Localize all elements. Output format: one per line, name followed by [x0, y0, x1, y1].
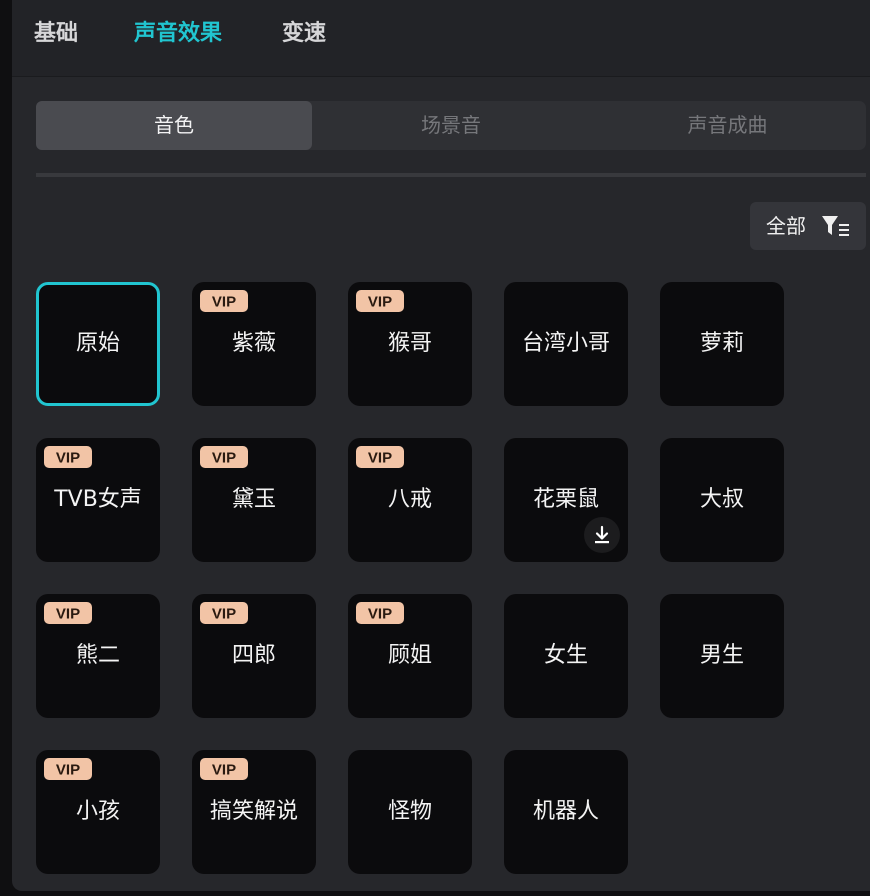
voice-name: TVB女声: [54, 487, 142, 512]
voice-card[interactable]: 机器人: [504, 750, 628, 874]
voice-name: 四郎: [231, 643, 276, 668]
filter-label: 全部: [766, 214, 806, 238]
voice-card[interactable]: VIP 熊二: [36, 594, 160, 718]
voice-name: 台湾小哥: [521, 331, 610, 356]
voice-card[interactable]: 台湾小哥: [504, 282, 628, 406]
voice-card[interactable]: 萝莉: [660, 282, 784, 406]
voice-card[interactable]: 大叔: [660, 438, 784, 562]
voice-name: 大叔: [699, 487, 744, 512]
tab-sound-effects[interactable]: 声音效果: [134, 18, 222, 50]
category-segment-control: 音色 场景音 声音成曲: [36, 101, 866, 150]
tab-basic[interactable]: 基础: [34, 18, 78, 50]
voice-name: 熊二: [75, 643, 120, 668]
voice-card[interactable]: VIP 猴哥: [348, 282, 472, 406]
voice-card[interactable]: VIP TVB女声: [36, 438, 160, 562]
download-icon[interactable]: [584, 517, 620, 553]
voice-name: 黛玉: [231, 487, 276, 512]
filter-list-icon: [822, 216, 849, 236]
voice-name: 搞笑解说: [209, 799, 298, 824]
top-tab-bar: 基础 声音效果 变速: [12, 0, 870, 77]
voice-card[interactable]: 男生: [660, 594, 784, 718]
segment-scene-sound[interactable]: 场景音: [313, 101, 589, 150]
voice-card[interactable]: VIP 黛玉: [192, 438, 316, 562]
voice-card[interactable]: 怪物: [348, 750, 472, 874]
voice-name: 猴哥: [387, 331, 432, 356]
voice-card[interactable]: VIP 搞笑解说: [192, 750, 316, 874]
voice-name: 紫薇: [231, 331, 276, 356]
voice-card[interactable]: VIP 八戒: [348, 438, 472, 562]
voice-card[interactable]: 女生: [504, 594, 628, 718]
voice-grid: 原始 VIP 紫薇 VIP 猴哥 台湾小哥 萝莉 VIP TVB女声 VIP 黛玉 VIP 八戒 花栗鼠 大…: [36, 282, 796, 882]
voice-name: 小孩: [75, 799, 120, 824]
voice-name: 八戒: [387, 487, 432, 512]
voice-card[interactable]: VIP 顾姐: [348, 594, 472, 718]
voice-card[interactable]: 花栗鼠: [504, 438, 628, 562]
filter-button[interactable]: 全部: [750, 202, 866, 250]
voice-name: 女生: [543, 643, 588, 668]
segment-voice-to-song[interactable]: 声音成曲: [589, 101, 866, 150]
effects-panel: 基础 声音效果 变速 音色 场景音 声音成曲 全部 原始 VIP 紫薇 VIP 猴哥 台湾…: [12, 0, 870, 891]
voice-name: 男生: [699, 643, 744, 668]
voice-name: 原始: [75, 331, 120, 356]
voice-name: 机器人: [532, 799, 599, 824]
voice-card[interactable]: VIP 紫薇: [192, 282, 316, 406]
segment-timbre[interactable]: 音色: [36, 101, 312, 150]
voice-name: 顾姐: [387, 643, 432, 668]
voice-card[interactable]: 原始: [36, 282, 160, 406]
voice-card[interactable]: VIP 四郎: [192, 594, 316, 718]
tab-speed[interactable]: 变速: [282, 18, 326, 50]
voice-name: 萝莉: [699, 331, 744, 356]
voice-card[interactable]: VIP 小孩: [36, 750, 160, 874]
section-divider: [36, 173, 866, 177]
voice-name: 怪物: [387, 799, 432, 824]
